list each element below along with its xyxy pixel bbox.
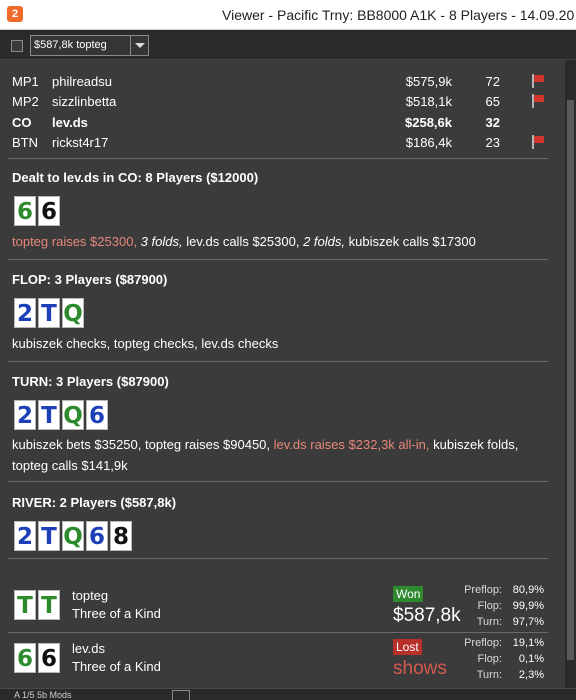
- player-position: CO: [12, 115, 32, 130]
- river-title: RIVER: 2 Players ($587,8k): [12, 495, 177, 510]
- card: 6: [38, 643, 60, 673]
- player-name[interactable]: lev.ds: [52, 115, 88, 130]
- divider: [8, 481, 548, 482]
- card: 8: [110, 521, 132, 551]
- player-stack: $186,4k: [405, 135, 452, 150]
- showdown-result: 6 6 lev.ds Three of a Kind Lost shows Pr…: [8, 633, 548, 685]
- card: 6: [86, 400, 108, 430]
- equity-label: Turn:: [476, 669, 502, 681]
- action-hero: lev.ds raises $232,3k all-in,: [273, 437, 430, 452]
- card: Q: [62, 298, 84, 328]
- action-folds: 2 folds,: [303, 234, 345, 249]
- equity-value: 97,7%: [512, 616, 544, 628]
- result-amount: shows: [393, 658, 447, 679]
- card: 6: [14, 196, 36, 226]
- player-name[interactable]: rickst4r17: [52, 135, 108, 150]
- window-title: Viewer - Pacific Trny: BB8000 A1K - 8 Pl…: [222, 7, 575, 23]
- equity-value: 19,1%: [512, 637, 544, 649]
- divider: [8, 259, 548, 260]
- card: 2: [14, 298, 36, 328]
- player-position: BTN: [12, 135, 38, 150]
- card: 2: [14, 400, 36, 430]
- equity-label: Flop:: [477, 653, 502, 665]
- result-amount: $587,8k: [393, 605, 461, 626]
- player-bb-count: 72: [485, 74, 500, 89]
- app-icon: 2: [7, 6, 23, 22]
- card: T: [38, 400, 60, 430]
- card: Q: [62, 521, 84, 551]
- title-bar: 2 Viewer - Pacific Trny: BB8000 A1K - 8 …: [0, 0, 576, 30]
- vertical-scrollbar[interactable]: [565, 60, 576, 688]
- player-name[interactable]: philreadsu: [52, 74, 112, 89]
- flag-icon: [531, 94, 545, 108]
- card: 6: [86, 521, 108, 551]
- player-stack: $575,9k: [405, 74, 452, 89]
- result-hand-rank: Three of a Kind: [72, 659, 161, 674]
- divider: [8, 558, 548, 559]
- player-row: BTN rickst4r17 $186,4k 23: [12, 135, 560, 155]
- scrollbar-thumb[interactable]: [567, 100, 574, 660]
- action: kubiszek bets $35250, topteg raises $904…: [12, 437, 271, 452]
- equity-value: 80,9%: [512, 584, 544, 596]
- card: T: [38, 298, 60, 328]
- equity-value: 2,3%: [518, 669, 544, 681]
- divider: [8, 158, 548, 159]
- turn-actions: kubiszek bets $35250, topteg raises $904…: [12, 434, 542, 476]
- player-position: MP1: [12, 74, 39, 89]
- equity-value: 99,9%: [512, 600, 544, 612]
- player-bb-count: 65: [485, 94, 500, 109]
- lost-badge: Lost: [393, 639, 422, 655]
- player-row: MP1 philreadsu $575,9k 72: [12, 74, 560, 94]
- flop-actions: kubiszek checks, topteg checks, lev.ds c…: [12, 336, 279, 351]
- equity-label: Preflop:: [464, 584, 502, 596]
- result-hand-rank: Three of a Kind: [72, 606, 161, 621]
- filter-checkbox[interactable]: [11, 40, 23, 52]
- hand-history-panel[interactable]: MP1 philreadsu $575,9k 72 MP2 sizzlinbet…: [0, 60, 565, 688]
- showdown-result: T T topteg Three of a Kind Won $587,8k P…: [8, 580, 548, 632]
- player-position: MP2: [12, 94, 39, 109]
- card: T: [14, 590, 36, 620]
- player-row: [12, 60, 560, 70]
- action-hero-villain: topteg raises $25300,: [12, 234, 138, 249]
- preflop-title: Dealt to lev.ds in CO: 8 Players ($12000…: [12, 170, 259, 185]
- result-player-name[interactable]: lev.ds: [72, 641, 105, 656]
- action: kubiszek calls $17300: [348, 234, 476, 249]
- hand-select[interactable]: $587,8k topteg: [30, 35, 149, 56]
- card: 6: [14, 643, 36, 673]
- player-bb-count: 23: [485, 135, 500, 150]
- divider: [8, 361, 548, 362]
- equity-label: Flop:: [477, 600, 502, 612]
- status-control[interactable]: [172, 690, 190, 700]
- result-player-name[interactable]: topteg: [72, 588, 108, 603]
- status-text: A 1/5 5b Mods: [14, 690, 72, 700]
- equity-value: 0,1%: [518, 653, 544, 665]
- player-name[interactable]: sizzlinbetta: [52, 94, 116, 109]
- action: lev.ds calls $25300,: [186, 234, 300, 249]
- card: 2: [14, 521, 36, 551]
- player-row-hero: CO lev.ds $258,6k 32: [12, 115, 560, 135]
- card: 6: [38, 196, 60, 226]
- card: Q: [62, 400, 84, 430]
- player-stack: $258,6k: [405, 115, 452, 130]
- toolbar: $587,8k topteg: [0, 30, 576, 60]
- player-stack: $518,1k: [405, 94, 452, 109]
- flag-icon: [531, 135, 545, 149]
- chevron-down-icon[interactable]: [130, 36, 148, 55]
- won-badge: Won: [393, 586, 424, 602]
- status-bar: A 1/5 5b Mods: [0, 688, 576, 700]
- player-bb-count: 32: [485, 115, 500, 130]
- card: T: [38, 590, 60, 620]
- flag-icon: [531, 74, 545, 88]
- action-folds: 3 folds,: [140, 234, 183, 249]
- hand-select-value: $587,8k topteg: [34, 39, 107, 51]
- equity-label: Preflop:: [464, 637, 502, 649]
- preflop-actions: topteg raises $25300, 3 folds, lev.ds ca…: [12, 231, 542, 252]
- flop-title: FLOP: 3 Players ($87900): [12, 272, 168, 287]
- turn-title: TURN: 3 Players ($87900): [12, 374, 169, 389]
- player-row: MP2 sizzlinbetta $518,1k 65: [12, 94, 560, 114]
- card: T: [38, 521, 60, 551]
- equity-label: Turn:: [476, 616, 502, 628]
